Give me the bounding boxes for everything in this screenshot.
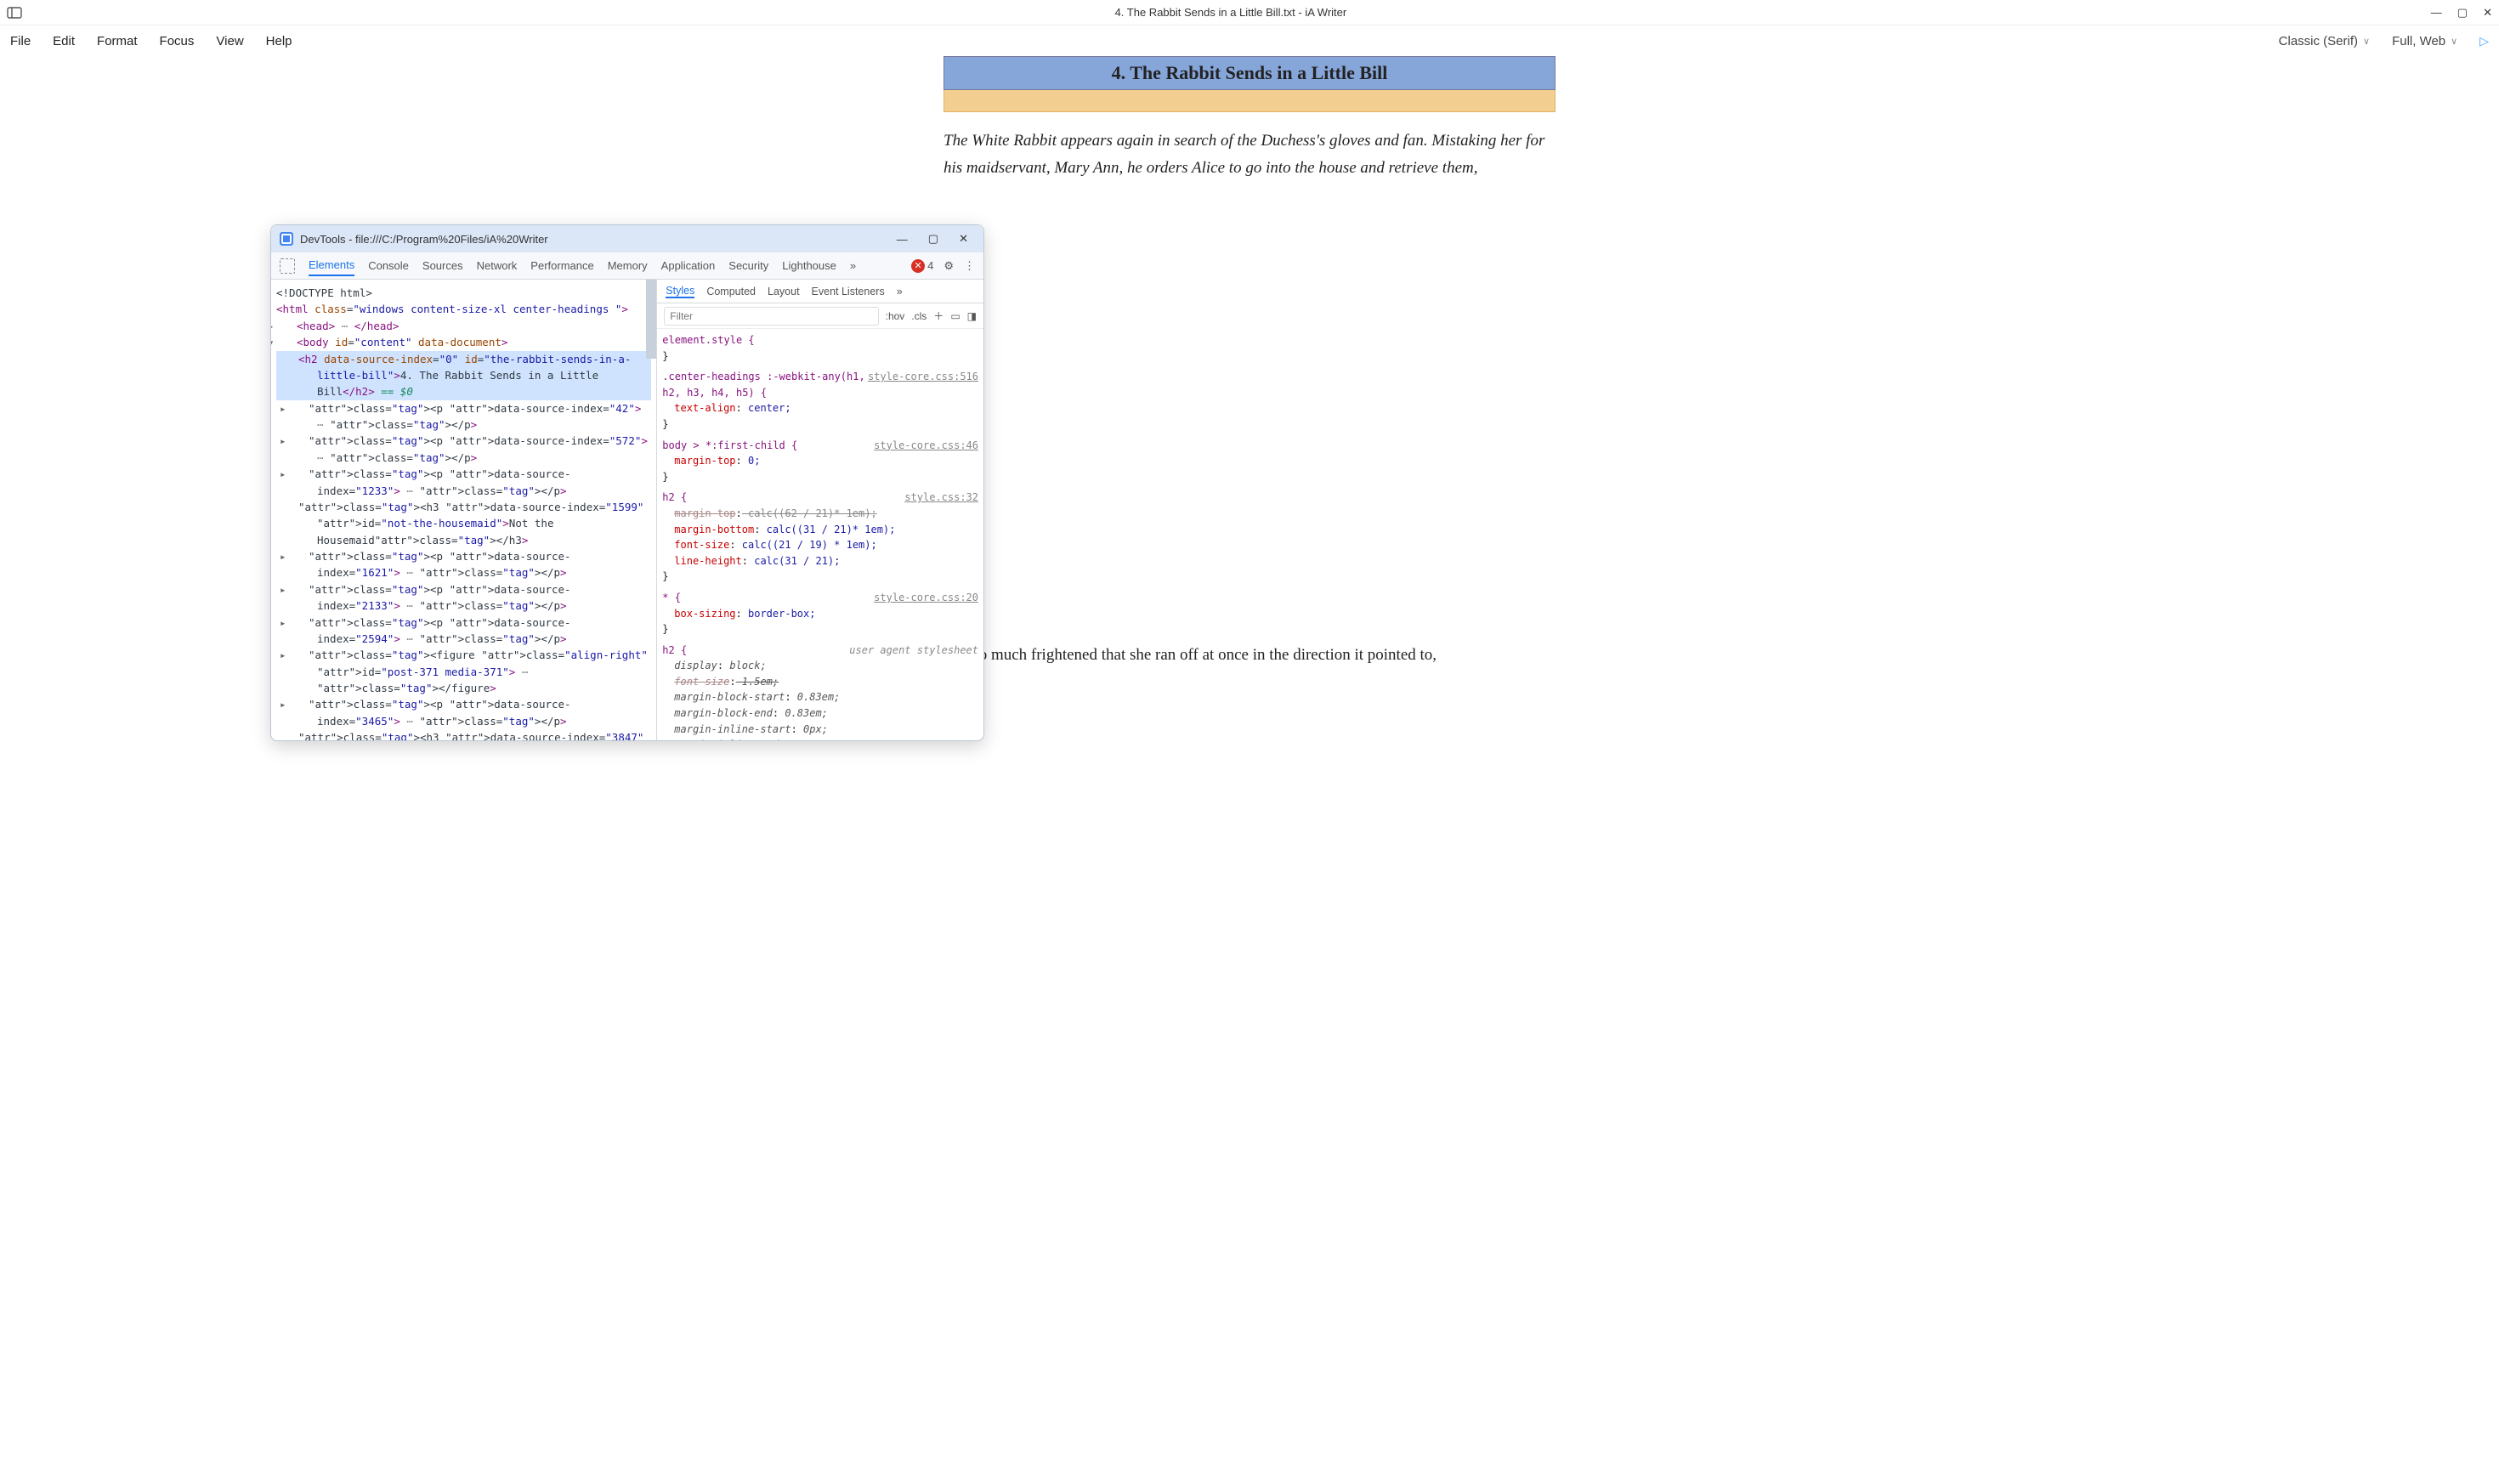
- minimize-button[interactable]: —: [2431, 6, 2442, 20]
- error-badge[interactable]: ✕4: [911, 259, 933, 273]
- styles-filter-input[interactable]: [664, 307, 878, 326]
- cls-toggle[interactable]: .cls: [911, 310, 926, 322]
- tab-lighthouse[interactable]: Lighthouse: [782, 256, 836, 275]
- menubar: File Edit Format Focus View Help Classic…: [0, 25, 2499, 56]
- rule-source-link[interactable]: style-core.css:516: [868, 369, 978, 385]
- tab-performance[interactable]: Performance: [530, 256, 593, 275]
- dom-node[interactable]: <!DOCTYPE html>: [276, 285, 651, 301]
- kebab-icon[interactable]: ⋮: [964, 259, 975, 273]
- tab-elements[interactable]: Elements: [309, 255, 354, 276]
- dom-node[interactable]: "attr">class="tag"><p "attr">data-source…: [276, 548, 651, 581]
- tab-sources[interactable]: Sources: [422, 256, 463, 275]
- menu-help[interactable]: Help: [266, 34, 292, 48]
- settings-icon[interactable]: ⚙: [944, 259, 954, 273]
- dom-node-selected[interactable]: <h2 data-source-index="0" id="the-rabbit…: [276, 351, 651, 400]
- styles-rules[interactable]: element.style {}style-core.css:516.cente…: [657, 329, 983, 740]
- document-heading: 4. The Rabbit Sends in a Little Bill: [944, 56, 1556, 90]
- styles-tab-events[interactable]: Event Listeners: [812, 286, 885, 297]
- dom-node[interactable]: "attr">class="tag"><p "attr">data-source…: [276, 400, 651, 433]
- new-rule-icon[interactable]: ＋: [933, 309, 944, 323]
- chevron-down-icon: ∨: [2363, 36, 2370, 47]
- dom-node[interactable]: "attr">class="tag"><figure "attr">class=…: [276, 647, 651, 696]
- dom-node[interactable]: "attr">class="tag"><p "attr">data-source…: [276, 615, 651, 648]
- window-title: 4. The Rabbit Sends in a Little Bill.txt…: [31, 6, 2431, 19]
- menu-focus[interactable]: Focus: [160, 34, 195, 48]
- tab-memory[interactable]: Memory: [608, 256, 648, 275]
- menu-view[interactable]: View: [216, 34, 243, 48]
- devtools-icon: [280, 232, 293, 246]
- maximize-button[interactable]: ▢: [2457, 6, 2468, 20]
- tab-security[interactable]: Security: [728, 256, 768, 275]
- dom-node[interactable]: "attr">class="tag"><p "attr">data-source…: [276, 433, 651, 466]
- dom-node[interactable]: "attr">class="tag"><p "attr">data-source…: [276, 696, 651, 729]
- hov-toggle[interactable]: :hov: [886, 310, 905, 322]
- styles-tab-layout[interactable]: Layout: [768, 286, 800, 297]
- document-area: 4. The Rabbit Sends in a Little Bill The…: [0, 56, 2499, 1484]
- window-controls: — ▢ ✕: [2431, 6, 2492, 20]
- styles-tab-computed[interactable]: Computed: [706, 286, 756, 297]
- styles-tab-styles[interactable]: Styles: [666, 285, 694, 298]
- document-body-text: was so much frightened that she ran off …: [944, 642, 1556, 669]
- devtools-minimize[interactable]: —: [890, 229, 915, 249]
- inspect-element-icon[interactable]: [280, 258, 295, 274]
- chevron-down-icon: ∨: [2451, 36, 2457, 47]
- dom-node[interactable]: "attr">class="tag"><h3 "attr">data-sourc…: [276, 729, 651, 740]
- devtools-close[interactable]: ✕: [952, 229, 975, 249]
- document-lead: The White Rabbit appears again in search…: [944, 127, 1556, 183]
- tab-console[interactable]: Console: [368, 256, 409, 275]
- devtools-titlebar[interactable]: DevTools - file:///C:/Program%20Files/iA…: [271, 225, 983, 252]
- heading-highlight: [944, 90, 1556, 112]
- tab-more[interactable]: »: [850, 256, 856, 275]
- tab-network[interactable]: Network: [477, 256, 518, 275]
- styles-pane: Styles Computed Layout Event Listeners »…: [657, 280, 983, 740]
- rule-source-link[interactable]: style.css:32: [904, 490, 978, 506]
- titlebar: 4. The Rabbit Sends in a Little Bill.txt…: [0, 0, 2499, 25]
- dom-node[interactable]: <head> ⋯ </head>: [276, 318, 651, 334]
- styles-tab-more[interactable]: »: [897, 286, 903, 297]
- dom-node[interactable]: "attr">class="tag"><p "attr">data-source…: [276, 466, 651, 499]
- devtools-tabbar: Elements Console Sources Network Perform…: [271, 252, 983, 280]
- style-dropdown[interactable]: Classic (Serif) ∨: [2279, 34, 2370, 48]
- rule-source-link[interactable]: style-core.css:20: [874, 590, 978, 606]
- devtools-maximize[interactable]: ▢: [921, 229, 945, 249]
- dom-node[interactable]: <html class="windows content-size-xl cen…: [276, 301, 651, 317]
- dom-tree[interactable]: <!DOCTYPE html> <html class="windows con…: [271, 280, 657, 740]
- app-window: 4. The Rabbit Sends in a Little Bill.txt…: [0, 0, 2499, 1484]
- menu-format[interactable]: Format: [97, 34, 138, 48]
- devtools-window: DevTools - file:///C:/Program%20Files/iA…: [270, 224, 984, 741]
- layout-dropdown[interactable]: Full, Web ∨: [2392, 34, 2457, 48]
- menu-edit[interactable]: Edit: [53, 34, 75, 48]
- computed-toggle-icon[interactable]: ▭: [950, 310, 960, 322]
- side-pane-icon[interactable]: ◨: [967, 310, 977, 322]
- menu-file[interactable]: File: [10, 34, 31, 48]
- dom-node[interactable]: "attr">class="tag"><p "attr">data-source…: [276, 581, 651, 615]
- play-icon[interactable]: ▷: [2479, 34, 2489, 48]
- close-button[interactable]: ✕: [2483, 6, 2492, 20]
- dom-node[interactable]: "attr">class="tag"><h3 "attr">data-sourc…: [276, 499, 651, 548]
- tab-application[interactable]: Application: [661, 256, 716, 275]
- devtools-title: DevTools - file:///C:/Program%20Files/iA…: [300, 233, 548, 246]
- sidebar-toggle-icon[interactable]: [7, 7, 22, 19]
- dom-node[interactable]: <body id="content" data-document>: [276, 334, 651, 350]
- rule-source-link[interactable]: style-core.css:46: [874, 438, 978, 454]
